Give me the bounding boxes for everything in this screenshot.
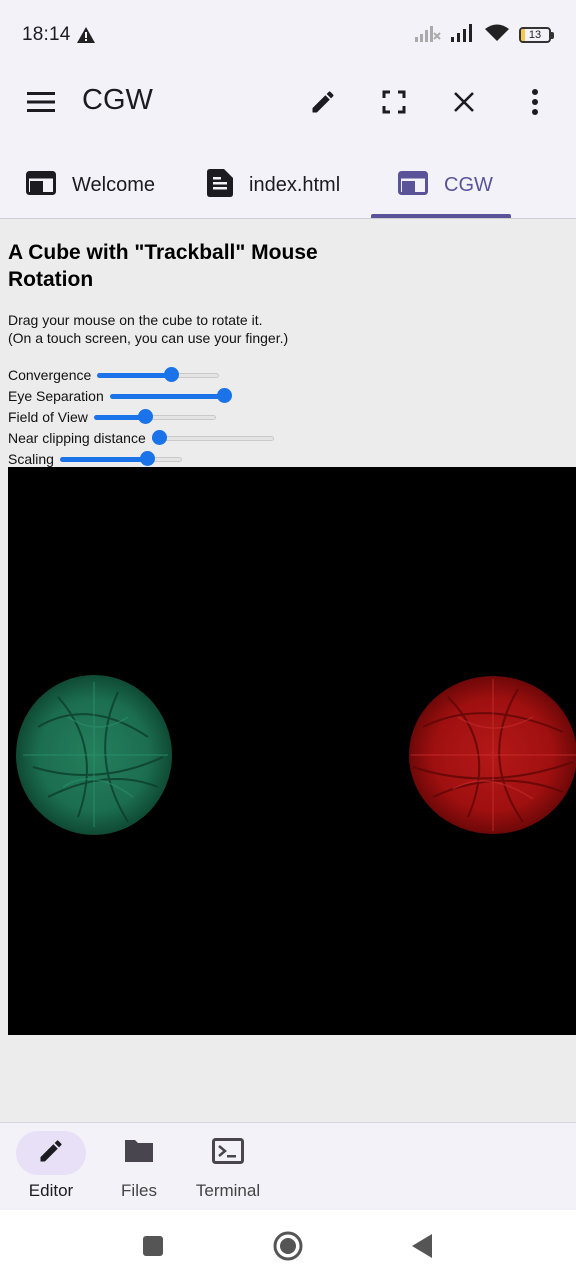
slider-thumb[interactable] — [164, 367, 180, 382]
bottom-nav: Editor Files Terminal — [0, 1122, 576, 1210]
terminal-icon — [212, 1137, 244, 1169]
field-of-view-slider[interactable] — [93, 406, 216, 427]
eye-separation-control: Eye Separation — [8, 385, 232, 406]
scaling-control: Scaling — [8, 448, 182, 469]
nav-terminal[interactable]: Terminal — [188, 1123, 268, 1211]
pencil-icon — [37, 1137, 65, 1170]
system-nav — [0, 1210, 576, 1280]
control-label: Near clipping distance — [8, 429, 146, 446]
nav-label: Files — [121, 1181, 157, 1200]
slider-thumb[interactable] — [216, 388, 232, 403]
recent-apps-button[interactable] — [137, 1230, 169, 1262]
slider-thumb[interactable] — [151, 430, 167, 445]
home-button[interactable] — [272, 1230, 304, 1262]
web-icon — [398, 170, 428, 200]
tab-label: CGW — [444, 173, 493, 196]
near-clipping-slider[interactable] — [151, 427, 274, 448]
slider-thumb[interactable] — [139, 451, 155, 466]
file-icon — [207, 168, 233, 202]
nav-editor[interactable]: Editor — [16, 1123, 86, 1211]
tab-label: index.html — [249, 173, 341, 196]
warning-icon — [76, 27, 95, 43]
tab-welcome[interactable]: Welcome — [26, 152, 155, 218]
control-label: Convergence — [8, 366, 92, 383]
status-bar: 18:14 13 — [0, 0, 576, 70]
tab-bar: Welcome index.html CGW — [0, 152, 576, 218]
left-eye-sphere — [16, 675, 172, 835]
description-line: (On a touch screen, you can use your fin… — [8, 330, 289, 346]
close-icon[interactable] — [440, 78, 488, 126]
more-vert-icon[interactable] — [511, 78, 559, 126]
battery-icon: 13 — [519, 27, 554, 43]
nav-label: Editor — [28, 1181, 74, 1200]
fullscreen-icon[interactable] — [370, 78, 418, 126]
webgl-canvas[interactable] — [8, 467, 576, 1035]
app-title: CGW — [82, 84, 153, 116]
tab-label: Welcome — [72, 173, 155, 196]
web-icon — [26, 170, 56, 200]
page-description: Drag your mouse on the cube to rotate it… — [8, 311, 288, 347]
control-label: Scaling — [8, 450, 54, 467]
folder-icon — [123, 1138, 155, 1169]
control-label: Field of View — [8, 408, 88, 425]
status-time: 18:14 — [22, 24, 71, 45]
near-clipping-control: Near clipping distance — [8, 427, 274, 448]
signal-off-icon — [415, 24, 441, 47]
battery-text: 13 — [528, 29, 542, 41]
wifi-icon — [485, 24, 509, 47]
right-eye-sphere — [409, 676, 576, 834]
convergence-slider[interactable] — [97, 364, 220, 385]
control-label: Eye Separation — [8, 387, 104, 404]
scaling-slider[interactable] — [59, 448, 182, 469]
tab-cgw[interactable]: CGW — [398, 152, 493, 218]
nav-label: Terminal — [195, 1181, 261, 1200]
tab-index-html[interactable]: index.html — [207, 152, 340, 218]
slider-thumb[interactable] — [137, 409, 153, 424]
field-of-view-control: Field of View — [8, 406, 216, 427]
menu-icon[interactable] — [17, 78, 65, 126]
app-bar: CGW — [0, 70, 576, 134]
webview: A Cube with "Trackball" Mouse Rotation D… — [0, 219, 576, 1122]
description-line: Drag your mouse on the cube to rotate it… — [8, 312, 263, 328]
pencil-icon[interactable] — [299, 78, 347, 126]
eye-separation-slider[interactable] — [109, 385, 232, 406]
signal-icon — [451, 23, 475, 47]
page-heading: A Cube with "Trackball" Mouse Rotation — [8, 241, 318, 291]
nav-files[interactable]: Files — [104, 1123, 174, 1211]
back-button[interactable] — [406, 1230, 438, 1262]
convergence-control: Convergence — [8, 364, 220, 385]
